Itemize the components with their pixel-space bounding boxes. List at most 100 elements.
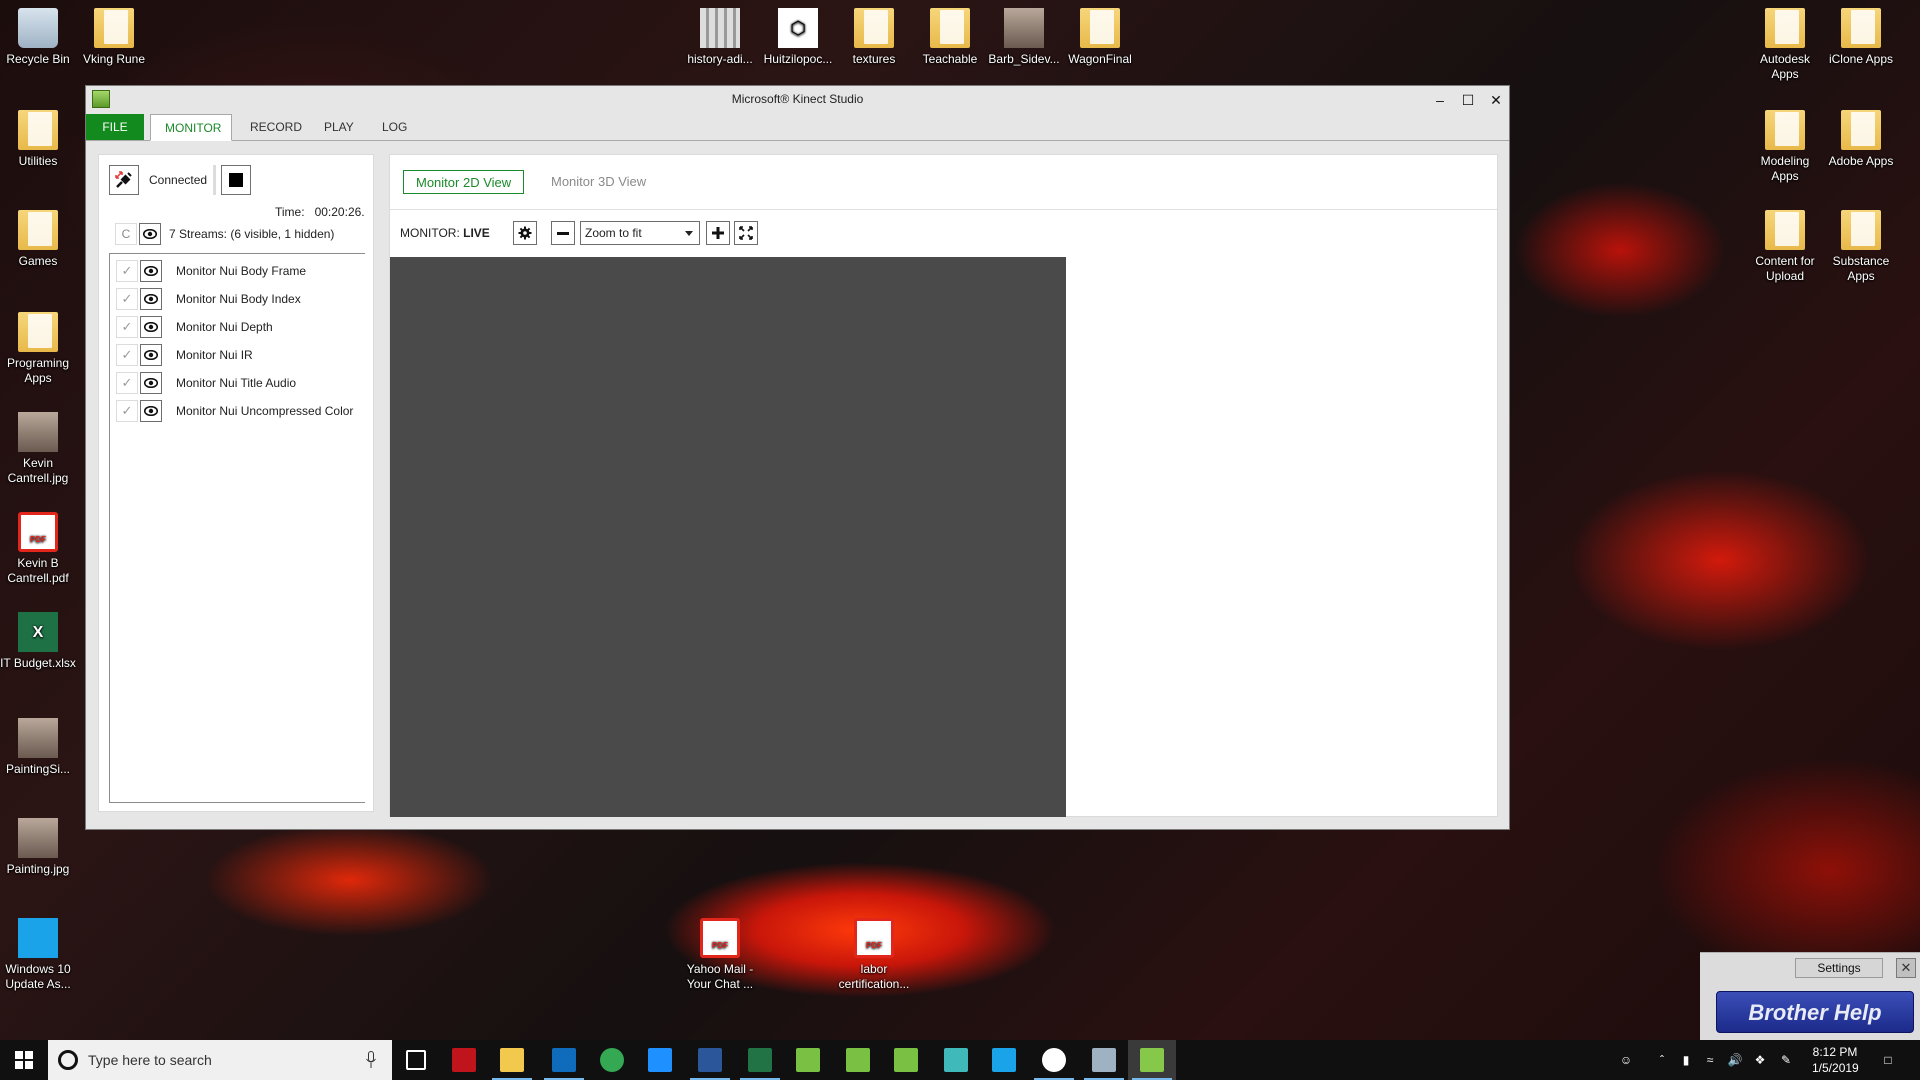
stream-visibility-toggle[interactable] — [140, 316, 162, 338]
stream-row[interactable]: ✓ Monitor Nui Depth — [116, 316, 366, 338]
stream-row[interactable]: ✓ Monitor Nui IR — [116, 344, 366, 366]
brother-help-button[interactable]: Brother Help — [1716, 991, 1914, 1033]
tab-monitor-3d-view[interactable]: Monitor 3D View — [539, 170, 658, 194]
wifi-icon[interactable]: ≈ — [1700, 1040, 1720, 1080]
menu-record[interactable]: RECORD — [236, 114, 316, 140]
desktop-icon-left[interactable]: Recycle Bin — [0, 8, 76, 67]
desktop-icon-top[interactable]: Teachable — [912, 8, 988, 67]
desktop-icon-top[interactable]: textures — [836, 8, 912, 67]
taskbar-app-task-view[interactable] — [392, 1040, 440, 1080]
close-button[interactable]: ✕ — [1482, 88, 1510, 112]
taskbar-app-internet-explorer[interactable] — [636, 1040, 684, 1080]
toggle-all-visibility-button[interactable] — [139, 223, 161, 245]
people-icon[interactable]: ☺ — [1612, 1040, 1640, 1080]
stream-visibility-toggle[interactable] — [140, 344, 162, 366]
zoom-dropdown[interactable]: Zoom to fit — [580, 221, 700, 245]
microphone-icon[interactable] — [366, 1051, 376, 1069]
desktop-icon-left[interactable]: Vking Rune — [76, 8, 152, 67]
taskbar-app-word[interactable] — [686, 1040, 734, 1080]
battery-icon[interactable]: ▮ — [1676, 1040, 1696, 1080]
desktop-icon-top[interactable]: WagonFinal — [1062, 8, 1138, 67]
desktop-icon-right[interactable]: Substance Apps — [1823, 210, 1899, 284]
stream-visibility-toggle[interactable] — [140, 288, 162, 310]
stream-row[interactable]: ✓ Monitor Nui Title Audio — [116, 372, 366, 394]
menu-file[interactable]: FILE — [86, 114, 144, 140]
fit-to-screen-button[interactable] — [734, 221, 758, 245]
desktop-icon-top[interactable]: ⬡ Huitzilopoc... — [760, 8, 836, 67]
checkmark-icon: ✓ — [121, 403, 133, 418]
taskbar-app-blue-app[interactable] — [980, 1040, 1028, 1080]
cortana-icon — [58, 1050, 78, 1070]
desktop-icon-left[interactable]: Programing Apps — [0, 312, 76, 386]
menu-log[interactable]: LOG — [368, 114, 421, 140]
desktop-icon-right[interactable]: Adobe Apps — [1823, 110, 1899, 169]
tab-monitor-2d-view[interactable]: Monitor 2D View — [403, 170, 525, 194]
brother-close-button[interactable]: ✕ — [1896, 958, 1916, 978]
taskbar-app-chrome[interactable] — [588, 1040, 636, 1080]
stream-enable-checkbox[interactable]: ✓ — [116, 372, 138, 394]
minimize-button[interactable]: – — [1426, 88, 1454, 112]
taskbar-app-outlook[interactable] — [540, 1040, 588, 1080]
checkmark-icon: ✓ — [121, 319, 133, 334]
desktop-icon-left[interactable]: Painting.jpg — [0, 818, 76, 877]
desktop-icon-left[interactable]: Games — [0, 210, 76, 269]
brother-settings-button[interactable]: Settings — [1795, 958, 1883, 978]
desktop-icon-right[interactable]: iClone Apps — [1823, 8, 1899, 67]
zoom-in-button[interactable] — [706, 221, 730, 245]
taskbar-clock[interactable]: 8:12 PM 1/5/2019 — [1812, 1044, 1859, 1076]
desktop-icon-right[interactable]: Content for Upload — [1747, 210, 1823, 284]
taskbar-app-settings[interactable] — [1080, 1040, 1128, 1080]
action-center-icon[interactable]: □ — [1876, 1040, 1900, 1080]
maximize-button[interactable]: ☐ — [1454, 88, 1482, 112]
taskbar-app-excel[interactable] — [736, 1040, 784, 1080]
menu-play[interactable]: PLAY — [310, 114, 368, 140]
taskbar-search-input[interactable]: Type here to search — [48, 1040, 392, 1080]
taskbar-app-kinect-studio[interactable] — [1128, 1040, 1176, 1080]
desktop-icon-top[interactable]: history-adi... — [682, 8, 758, 67]
start-button[interactable] — [0, 1040, 48, 1080]
stream-enable-checkbox[interactable]: ✓ — [116, 288, 138, 310]
desktop-icon-right[interactable]: Modeling Apps — [1747, 110, 1823, 184]
stream-name: Monitor Nui Depth — [176, 320, 273, 334]
stream-row[interactable]: ✓ Monitor Nui Uncompressed Color — [116, 400, 366, 422]
stream-visibility-toggle[interactable] — [140, 260, 162, 282]
stop-button[interactable] — [221, 165, 251, 195]
show-hidden-icons-chevron-up-icon[interactable]: ˆ — [1652, 1040, 1672, 1080]
zoom-out-button[interactable] — [551, 221, 575, 245]
stream-enable-checkbox[interactable]: ✓ — [116, 260, 138, 282]
taskbar-app-file-explorer[interactable] — [488, 1040, 536, 1080]
desktop-icon-right[interactable]: Autodesk Apps — [1747, 8, 1823, 82]
taskbar-app-xsplit[interactable] — [834, 1040, 882, 1080]
stream-enable-checkbox[interactable]: ✓ — [116, 400, 138, 422]
stream-row[interactable]: ✓ Monitor Nui Body Frame — [116, 260, 366, 282]
desktop-icon-left[interactable]: Windows 10 Update As... — [0, 918, 76, 992]
desktop-icon-bottom[interactable]: PDF labor certification... — [836, 918, 912, 992]
desktop-icon-left[interactable]: X IT Budget.xlsx — [0, 612, 76, 671]
stream-visibility-toggle[interactable] — [140, 400, 162, 422]
taskbar-app-people-app[interactable] — [784, 1040, 832, 1080]
taskbar-app-target-app[interactable] — [882, 1040, 930, 1080]
taskbar-app-red-app[interactable] — [440, 1040, 488, 1080]
connect-button[interactable] — [109, 165, 139, 195]
desktop-icon-left[interactable]: Kevin Cantrell.jpg — [0, 412, 76, 486]
monitor-2d-viewport[interactable] — [390, 257, 1066, 817]
dropbox-icon[interactable]: ❖ — [1750, 1040, 1770, 1080]
stream-visibility-toggle[interactable] — [140, 372, 162, 394]
stream-enable-checkbox[interactable]: ✓ — [116, 344, 138, 366]
desktop-icon-left[interactable]: Utilities — [0, 110, 76, 169]
divider — [390, 209, 1497, 210]
title-bar[interactable]: Microsoft® Kinect Studio – ☐ ✕ — [86, 86, 1509, 114]
menu-monitor[interactable]: MONITOR — [150, 114, 232, 141]
stream-enable-checkbox[interactable]: ✓ — [116, 316, 138, 338]
clear-button[interactable]: C — [115, 223, 137, 245]
desktop-icon-bottom[interactable]: PDF Yahoo Mail - Your Chat ... — [682, 918, 758, 992]
taskbar-app-w-app[interactable] — [1030, 1040, 1078, 1080]
taskbar-app-3ds-max[interactable] — [932, 1040, 980, 1080]
stream-row[interactable]: ✓ Monitor Nui Body Index — [116, 288, 366, 310]
volume-icon[interactable]: 🔊 — [1724, 1040, 1746, 1080]
desktop-icon-top[interactable]: Barb_Sidev... — [986, 8, 1062, 67]
desktop-icon-left[interactable]: PaintingSi... — [0, 718, 76, 777]
pen-icon[interactable]: ✎ — [1776, 1040, 1796, 1080]
view-settings-button[interactable] — [513, 221, 537, 245]
desktop-icon-left[interactable]: PDF Kevin B Cantrell.pdf — [0, 512, 76, 586]
